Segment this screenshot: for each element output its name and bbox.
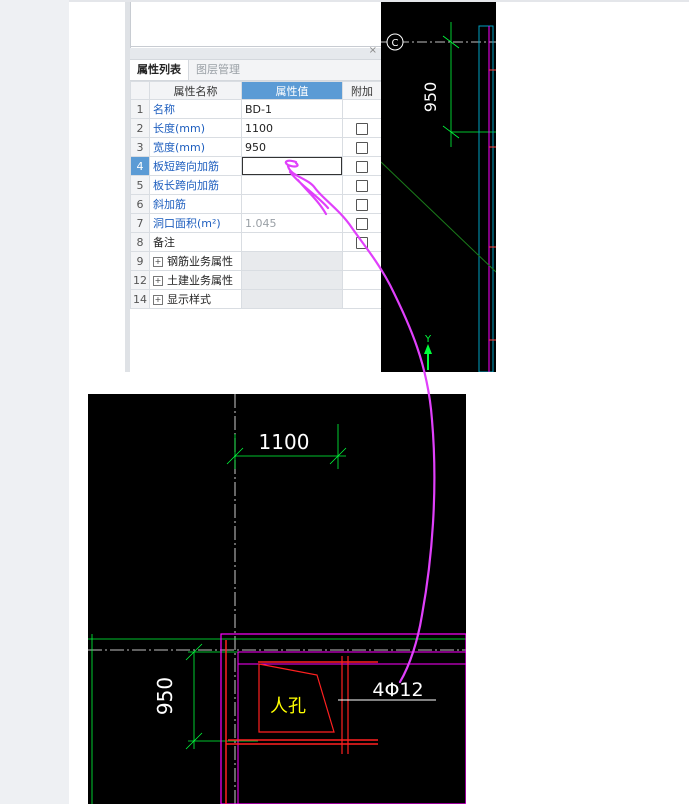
table-group-row[interactable]: 12 + 土建业务属性 <box>130 270 382 290</box>
property-value[interactable] <box>241 232 343 252</box>
extra-checkbox[interactable] <box>356 141 368 154</box>
table-row[interactable]: 2 长度(mm) 1100 <box>130 118 382 138</box>
property-name: 板长跨向加筋 <box>149 175 242 195</box>
axis-bubble-label: C <box>392 38 399 49</box>
rebar-label: 4Φ12 <box>372 679 423 701</box>
group-name-cell: + 土建业务属性 <box>149 270 242 290</box>
group-name: 显示样式 <box>167 293 211 306</box>
property-value-editor[interactable] <box>241 156 343 176</box>
cad-viewport-bottom[interactable]: 1100 950 人孔 4Φ12 <box>88 394 466 804</box>
table-row[interactable]: 5 板长跨向加筋 <box>130 175 382 195</box>
y-axis-label: Y <box>424 334 432 345</box>
expand-plus-icon[interactable]: + <box>153 295 163 305</box>
property-value[interactable]: 1100 <box>241 118 343 138</box>
extra-cell <box>342 194 382 214</box>
dimension-1100-label: 1100 <box>259 430 310 454</box>
table-group-row[interactable]: 14 + 显示样式 <box>130 289 382 309</box>
extra-cell <box>342 99 382 119</box>
row-number: 14 <box>130 289 150 309</box>
row-number: 12 <box>130 270 150 290</box>
expand-plus-icon[interactable]: + <box>153 257 163 267</box>
slab-edge-inner <box>237 651 466 804</box>
tab-layer-management[interactable]: 图层管理 <box>189 60 247 80</box>
extra-checkbox[interactable] <box>356 217 368 230</box>
property-name: 洞口面积(m²) <box>149 213 242 233</box>
property-name: 板短跨向加筋 <box>149 156 242 176</box>
property-name: 斜加筋 <box>149 194 242 214</box>
property-name: 名称 <box>149 99 242 119</box>
slab-edge-outer <box>220 633 466 804</box>
header-num <box>130 81 150 100</box>
row-number: 2 <box>130 118 150 138</box>
property-name: 长度(mm) <box>149 118 242 138</box>
property-name: 备注 <box>149 232 242 252</box>
row-number: 8 <box>130 232 150 252</box>
table-group-row[interactable]: 9 + 钢筋业务属性 <box>130 251 382 271</box>
panel-tabs: 属性列表 图层管理 <box>130 60 381 81</box>
panel-titlebar: × <box>130 45 381 60</box>
property-value[interactable] <box>241 194 343 214</box>
property-value[interactable] <box>241 175 343 195</box>
group-name-cell: + 钢筋业务属性 <box>149 251 242 271</box>
group-name-cell: + 显示样式 <box>149 289 242 309</box>
extra-cell <box>342 232 382 252</box>
extra-checkbox[interactable] <box>356 236 368 249</box>
row-number: 9 <box>130 251 150 271</box>
expand-plus-icon[interactable]: + <box>153 276 163 286</box>
tab-property-list[interactable]: 属性列表 <box>130 60 189 80</box>
extra-checkbox[interactable] <box>356 122 368 135</box>
cad-drawing-top: C 950 Y <box>381 22 496 372</box>
extra-cell <box>342 251 382 271</box>
y-axis-arrowhead <box>424 344 432 354</box>
header-extra: 附加 <box>342 81 382 100</box>
table-row-selected[interactable]: 4 板短跨向加筋 <box>130 156 382 176</box>
extra-cell <box>342 270 382 290</box>
row-number: 5 <box>130 175 150 195</box>
extra-cell <box>342 118 382 138</box>
dimension-950-label: 950 <box>421 82 440 113</box>
header-value: 属性值 <box>241 81 343 100</box>
property-table: 属性名称 属性值 附加 1 名称 BD-1 2 长度(mm) 1100 3 宽度… <box>130 81 382 309</box>
table-row[interactable]: 6 斜加筋 <box>130 194 382 214</box>
close-icon[interactable]: × <box>369 45 377 56</box>
group-name: 土建业务属性 <box>167 274 233 287</box>
table-row[interactable]: 1 名称 BD-1 <box>130 99 382 119</box>
dimension-950-label: 950 <box>153 677 177 715</box>
row-number: 6 <box>130 194 150 214</box>
left-gutter <box>0 0 69 804</box>
upper-empty-panel <box>130 2 382 47</box>
row-number: 1 <box>130 99 150 119</box>
table-row[interactable]: 7 洞口面积(m²) 1.045 <box>130 213 382 233</box>
extra-checkbox[interactable] <box>356 198 368 211</box>
extra-checkbox[interactable] <box>356 160 368 173</box>
extra-cell <box>342 289 382 309</box>
extra-checkbox[interactable] <box>356 179 368 192</box>
table-row[interactable]: 8 备注 <box>130 232 382 252</box>
property-value: 1.045 <box>241 213 343 233</box>
property-value[interactable]: BD-1 <box>241 99 343 119</box>
hole-label: 人孔 <box>270 696 306 717</box>
table-row[interactable]: 3 宽度(mm) 950 <box>130 137 382 157</box>
property-value <box>241 289 343 309</box>
extra-cell <box>342 213 382 233</box>
property-value[interactable]: 950 <box>241 137 343 157</box>
cad-viewport-top[interactable]: C 950 Y <box>381 2 496 372</box>
table-header-row: 属性名称 属性值 附加 <box>130 81 382 100</box>
property-panel-screenshot: × 属性列表 图层管理 属性名称 属性值 附加 1 名称 BD-1 2 长度(m… <box>125 2 496 372</box>
wall-outline <box>478 25 494 372</box>
property-value <box>241 270 343 290</box>
extra-cell <box>342 175 382 195</box>
row-number: 4 <box>130 156 150 176</box>
property-panel: × 属性列表 图层管理 属性名称 属性值 附加 1 名称 BD-1 2 长度(m… <box>130 45 382 372</box>
cad-drawing-bottom: 1100 950 人孔 4Φ12 <box>88 394 466 804</box>
property-name: 宽度(mm) <box>149 137 242 157</box>
extra-cell <box>342 137 382 157</box>
header-name: 属性名称 <box>149 81 242 100</box>
property-value <box>241 251 343 271</box>
row-number: 3 <box>130 137 150 157</box>
extra-cell <box>342 156 382 176</box>
row-number: 7 <box>130 213 150 233</box>
group-name: 钢筋业务属性 <box>167 255 233 268</box>
